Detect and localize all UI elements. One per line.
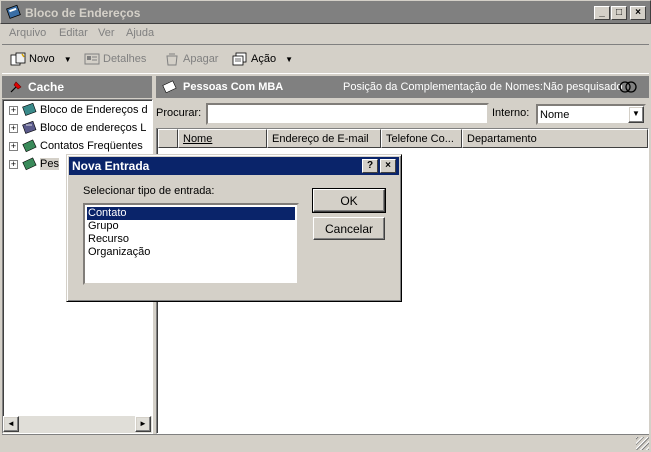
novo-label: Novo bbox=[29, 53, 55, 65]
expand-icon[interactable]: + bbox=[9, 141, 18, 151]
entry-type-contato[interactable]: Contato bbox=[86, 206, 296, 221]
expand-icon[interactable]: + bbox=[9, 159, 18, 169]
delete-icon bbox=[164, 52, 180, 66]
toolbar: Novo ▼ Detalhes Apagar Ação ▼ bbox=[2, 44, 649, 74]
tree-item-label: Pes bbox=[40, 158, 59, 170]
entry-type-recurso[interactable]: Recurso bbox=[87, 233, 295, 246]
window-titlebar[interactable]: Bloco de Endereços _ □ × bbox=[0, 0, 651, 24]
ok-button[interactable]: OK bbox=[312, 188, 386, 213]
tree-item[interactable]: + Bloco de endereços L bbox=[9, 120, 146, 136]
column-header-telefone[interactable]: Telefone Co... bbox=[381, 129, 462, 148]
status-bar bbox=[2, 434, 649, 450]
horizontal-scrollbar[interactable]: ◄ ► bbox=[3, 416, 152, 433]
details-icon bbox=[84, 52, 100, 66]
detalhes-button[interactable]: Detalhes bbox=[84, 52, 146, 66]
new-entry-dialog: Nova Entrada ? × Selecionar tipo de entr… bbox=[66, 154, 402, 302]
expand-icon[interactable]: + bbox=[9, 123, 18, 133]
entry-type-prompt: Selecionar tipo de entrada: bbox=[83, 185, 215, 197]
column-header-nome-label: Nome bbox=[183, 133, 213, 145]
contacts-icon bbox=[21, 157, 37, 171]
tree-item[interactable]: + Pes bbox=[9, 156, 59, 172]
tree-item-label: Bloco de Endereços d bbox=[40, 104, 148, 116]
interno-value: Nome bbox=[540, 109, 570, 121]
right-pane-header: Pessoas Com MBA Posição da Complementaçã… bbox=[156, 76, 649, 98]
close-button[interactable]: × bbox=[630, 6, 646, 20]
acao-button[interactable]: Ação ▼ bbox=[232, 52, 293, 66]
dialog-title: Nova Entrada bbox=[72, 159, 150, 173]
dialog-titlebar[interactable]: Nova Entrada ? × bbox=[69, 157, 399, 175]
apagar-button[interactable]: Apagar bbox=[164, 52, 218, 66]
pin-icon[interactable] bbox=[8, 79, 24, 95]
cancel-button[interactable]: Cancelar bbox=[313, 217, 385, 240]
menu-editar[interactable]: Editar bbox=[59, 27, 88, 39]
interno-select[interactable]: Nome ▼ bbox=[536, 104, 646, 125]
novo-dropdown-icon[interactable]: ▼ bbox=[64, 55, 72, 64]
tree-item[interactable]: + Bloco de Endereços d bbox=[9, 102, 148, 118]
entry-type-organizacao[interactable]: Organização bbox=[87, 246, 295, 259]
tree-item-label: Contatos Freqüentes bbox=[40, 140, 143, 152]
resize-grip-icon[interactable] bbox=[636, 437, 649, 450]
menu-ver[interactable]: Ver bbox=[98, 27, 115, 39]
column-header-email[interactable]: Endereço de E-mail bbox=[267, 129, 381, 148]
search-row: Procurar: Interno: Nome ▼ bbox=[156, 101, 649, 127]
left-pane-header: Cache bbox=[2, 76, 152, 98]
tree-item-label: Bloco de endereços L bbox=[40, 122, 147, 134]
tree-item[interactable]: + Contatos Freqüentes bbox=[9, 138, 143, 154]
new-entry-icon bbox=[10, 52, 26, 66]
entry-type-list[interactable]: Contato Grupo Recurso Organização bbox=[83, 203, 299, 285]
address-book-icon bbox=[21, 121, 37, 135]
scroll-right-button[interactable]: ► bbox=[135, 416, 151, 432]
interno-label: Interno: bbox=[492, 107, 530, 119]
address-book-icon bbox=[5, 4, 21, 20]
contacts-icon bbox=[21, 139, 37, 153]
entry-type-grupo[interactable]: Grupo bbox=[87, 220, 295, 233]
column-header-nome[interactable]: Nome bbox=[178, 129, 267, 148]
column-header-icon[interactable] bbox=[158, 129, 178, 148]
window-title: Bloco de Endereços bbox=[25, 6, 141, 20]
right-pane-title: Pessoas Com MBA bbox=[183, 81, 284, 93]
dialog-close-button[interactable]: × bbox=[380, 159, 396, 173]
search-status-icon[interactable] bbox=[618, 79, 638, 95]
novo-button[interactable]: Novo ▼ bbox=[10, 52, 72, 66]
maximize-button[interactable]: □ bbox=[611, 6, 627, 20]
column-header-departamento[interactable]: Departamento bbox=[462, 129, 648, 148]
scroll-left-button[interactable]: ◄ bbox=[3, 416, 19, 432]
left-pane-title: Cache bbox=[28, 80, 65, 94]
apagar-label: Apagar bbox=[183, 53, 219, 65]
acao-label: Ação bbox=[251, 53, 277, 65]
chevron-down-icon[interactable]: ▼ bbox=[628, 106, 644, 123]
action-icon bbox=[232, 52, 248, 66]
contacts-icon bbox=[161, 80, 177, 94]
expand-icon[interactable]: + bbox=[9, 105, 18, 115]
minimize-button[interactable]: _ bbox=[594, 6, 610, 20]
menu-bar: Arquivo Editar Ver Ajuda bbox=[2, 24, 649, 43]
search-label: Procurar: bbox=[156, 107, 202, 119]
menu-ajuda[interactable]: Ajuda bbox=[126, 27, 154, 39]
search-input[interactable] bbox=[206, 103, 489, 125]
address-book-icon bbox=[21, 103, 37, 117]
help-button[interactable]: ? bbox=[362, 159, 378, 173]
detalhes-label: Detalhes bbox=[103, 53, 147, 65]
acao-dropdown-icon[interactable]: ▼ bbox=[285, 55, 293, 64]
menu-arquivo[interactable]: Arquivo bbox=[9, 27, 46, 39]
completion-status: Posição da Complementação de Nomes:Não p… bbox=[343, 81, 623, 93]
